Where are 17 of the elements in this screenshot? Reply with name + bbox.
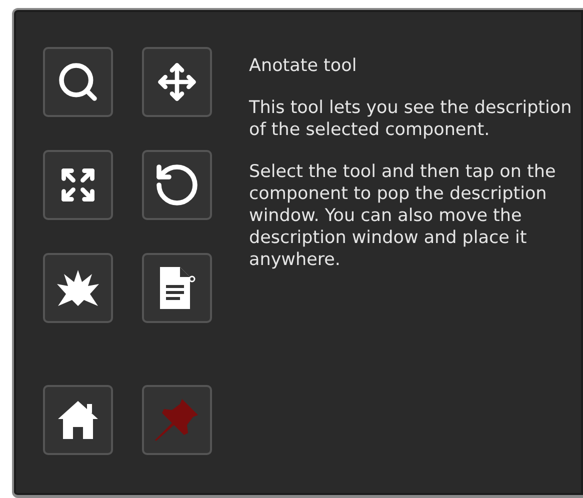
description-paragraph: This tool lets you see the description of the selected component. [249,97,573,141]
tool-button[interactable] [142,150,212,220]
tool-button[interactable] [142,253,212,323]
tool-button[interactable] [142,47,212,117]
home-icon [56,399,100,441]
explosion-icon [56,268,100,308]
tool-button[interactable] [43,150,113,220]
pushpin-icon [154,397,200,443]
tool-button[interactable] [43,253,113,323]
move-arrows-icon [157,62,197,102]
search-icon [56,60,100,104]
tool-button[interactable] [43,385,113,455]
tool-title: Anotate tool [249,55,358,77]
document-icon [158,265,196,311]
tool-button[interactable] [43,47,113,117]
description-paragraph: Select the tool and then tap on the component to pop the description window. You can also move the description window and place it anywhere. [249,161,557,271]
expand-icon [59,166,97,204]
